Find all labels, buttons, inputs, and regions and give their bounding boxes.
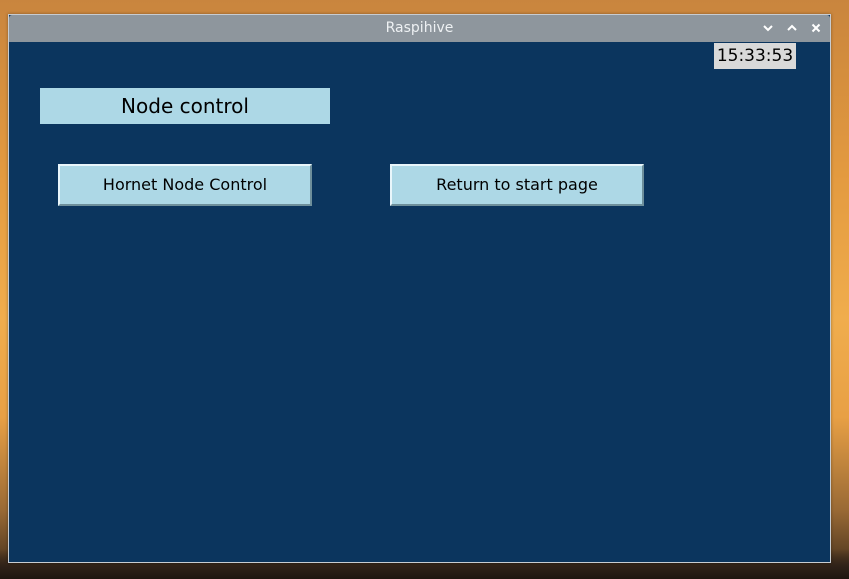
chevron-up-icon [787,24,797,31]
chevron-down-icon [763,25,773,32]
window-titlebar[interactable]: Raspihive [9,15,830,42]
close-icon [811,23,821,33]
close-button[interactable] [807,19,825,37]
window-title: Raspihive [385,20,454,36]
minimize-button[interactable] [759,19,777,37]
return-to-start-page-button[interactable]: Return to start page [390,164,644,206]
app-window: Raspihive 15:33:53 Node control Hornet N… [8,14,831,563]
maximize-button[interactable] [783,19,801,37]
hornet-node-control-button[interactable]: Hornet Node Control [58,164,312,206]
page-title: Node control [40,88,330,124]
clock-display: 15:33:53 [714,43,796,69]
